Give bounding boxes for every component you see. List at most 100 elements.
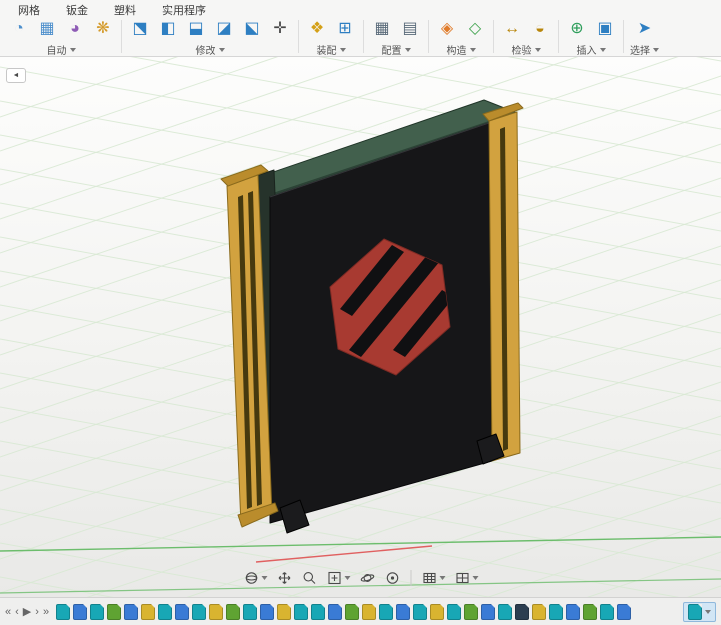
ribbon: 网格 钣金 塑料 实用程序 ◔ ▦ ◕ ❋ 自动 ⬔ ◧ ⬓ ◪ ⬕ ✛ 修改 ❖ ⊞ 装配 ▦ ▤ 配置 ◈ ◇ 构造 ↔ ◒ 检… [0,0,721,57]
timeline-feature-18[interactable] [345,603,360,620]
press-pull-icon[interactable]: ⬔ [128,17,152,41]
tab-2[interactable]: 钣金 [66,2,88,18]
timeline-feature-3[interactable] [90,603,105,620]
tab-4[interactable]: 实用程序 [162,2,206,18]
timeline-feature-9[interactable] [192,603,207,620]
toolbar-group: ❖ ⊞ 装配 [300,17,362,57]
play-icon[interactable]: ▶ [23,604,31,620]
toolbar-group-label[interactable]: 装配 [317,42,346,57]
timeline-feature-27[interactable] [498,603,513,620]
timeline-feature-5[interactable] [124,603,139,620]
navbar-separator [410,570,411,586]
fillet-icon[interactable]: ◧ [156,17,180,41]
model-3d[interactable] [0,57,721,597]
toolbar-group-label[interactable]: 配置 [382,42,411,57]
toolbar-group-label[interactable]: 自动 [47,42,76,57]
look-at-icon [386,572,398,584]
timeline-feature-28[interactable] [515,603,530,620]
toolbar-group-label[interactable]: 检验 [512,42,541,57]
timeline-feature-25[interactable] [464,603,479,620]
timeline-feature-31[interactable] [566,603,581,620]
step-back-icon[interactable]: ‹ [15,604,19,620]
toolbar-group-label[interactable]: 插入 [577,42,606,57]
timeline-feature-22[interactable] [413,603,428,620]
toolbar-group-label[interactable]: 修改 [196,42,225,57]
timeline-feature-24[interactable] [447,603,462,620]
joint-icon[interactable]: ⊞ [333,17,357,41]
timeline-feature-19[interactable] [362,603,377,620]
timeline-feature-15[interactable] [294,603,309,620]
collapse-arrow-icon: ◄ [12,72,20,79]
section-analysis-icon[interactable]: ◒ [528,17,552,41]
timeline-feature-4[interactable] [107,603,122,620]
form-icon[interactable]: ◕ [63,17,87,41]
display-settings-icon [245,572,257,584]
timeline-feature-16[interactable] [311,603,326,620]
toolbar-separator [558,20,559,53]
timeline-feature-1[interactable] [56,603,71,620]
surface-tool-icon[interactable]: ◔ [7,17,31,41]
configure-icon[interactable]: ▦ [370,17,394,41]
toolbar-group-label[interactable]: 构造 [447,42,476,57]
move-copy-icon[interactable]: ✛ [268,17,292,41]
dropdown-caret-icon [599,47,606,52]
timeline-feature-12[interactable] [243,603,258,620]
toolbar-separator [493,20,494,53]
dropdown-caret-icon [404,47,411,52]
browser-collapse-toggle[interactable]: ◄ [6,68,26,83]
select-icon[interactable]: ➤ [633,17,657,41]
look-at-button[interactable] [381,568,403,588]
grid-layout-button[interactable] [418,568,448,588]
viewports-button[interactable] [451,568,481,588]
display-settings-button[interactable] [240,568,270,588]
viewport-3d[interactable]: ◄ [0,57,721,597]
timeline-current-feature[interactable] [683,601,716,622]
shell-icon[interactable]: ⬓ [184,17,208,41]
tab-3[interactable]: 塑料 [114,2,136,18]
timeline-feature-33[interactable] [600,603,615,620]
dropdown-caret-icon [439,576,445,580]
timeline-feature-11[interactable] [226,603,241,620]
zoom-icon [303,572,315,584]
timeline-feature-32[interactable] [583,603,598,620]
timeline-feature-14[interactable] [277,603,292,620]
new-component-icon[interactable]: ❖ [305,17,329,41]
insert-derive-icon[interactable]: ⊕ [565,17,589,41]
skip-to-end-icon[interactable]: » [43,604,49,620]
construction-axis-icon[interactable]: ◇ [463,17,487,41]
pan-button[interactable] [273,568,295,588]
zoom-button[interactable] [298,568,320,588]
timeline-feature-10[interactable] [209,603,224,620]
timeline-feature-30[interactable] [549,603,564,620]
timeline-feature-6[interactable] [141,603,156,620]
combine-icon[interactable]: ◪ [212,17,236,41]
orbit-button[interactable] [356,568,378,588]
skip-to-start-icon[interactable]: « [5,604,11,620]
timeline-feature-17[interactable] [328,603,343,620]
tab-1[interactable]: 网格 [18,2,40,18]
timeline-feature-23[interactable] [430,603,445,620]
dropdown-caret-icon [705,609,711,614]
canvas-icon[interactable]: ▣ [593,17,617,41]
timeline-feature-7[interactable] [158,603,173,620]
step-forward-icon[interactable]: › [35,604,39,620]
timeline-feature-29[interactable] [532,603,547,620]
timeline-feature-34[interactable] [617,603,632,620]
mesh-grid-icon[interactable]: ▦ [35,17,59,41]
configuration-table-icon[interactable]: ▤ [398,17,422,41]
timeline-feature-2[interactable] [73,603,88,620]
toolbar-group-label[interactable]: 选择 [630,42,659,57]
generative-icon[interactable]: ❋ [91,17,115,41]
measure-icon[interactable]: ↔ [500,17,524,41]
ribbon-tabs: 网格 钣金 塑料 实用程序 [0,0,721,17]
timeline-feature-21[interactable] [396,603,411,620]
toolbar-group: ↔ ◒ 检验 [495,17,557,57]
offset-face-icon[interactable]: ⬕ [240,17,264,41]
timeline-feature-20[interactable] [379,603,394,620]
timeline-feature-13[interactable] [260,603,275,620]
timeline-feature-8[interactable] [175,603,190,620]
timeline-feature-26[interactable] [481,603,496,620]
fit-button[interactable] [323,568,353,588]
grid-layout-icon [422,572,436,584]
construction-plane-icon[interactable]: ◈ [435,17,459,41]
